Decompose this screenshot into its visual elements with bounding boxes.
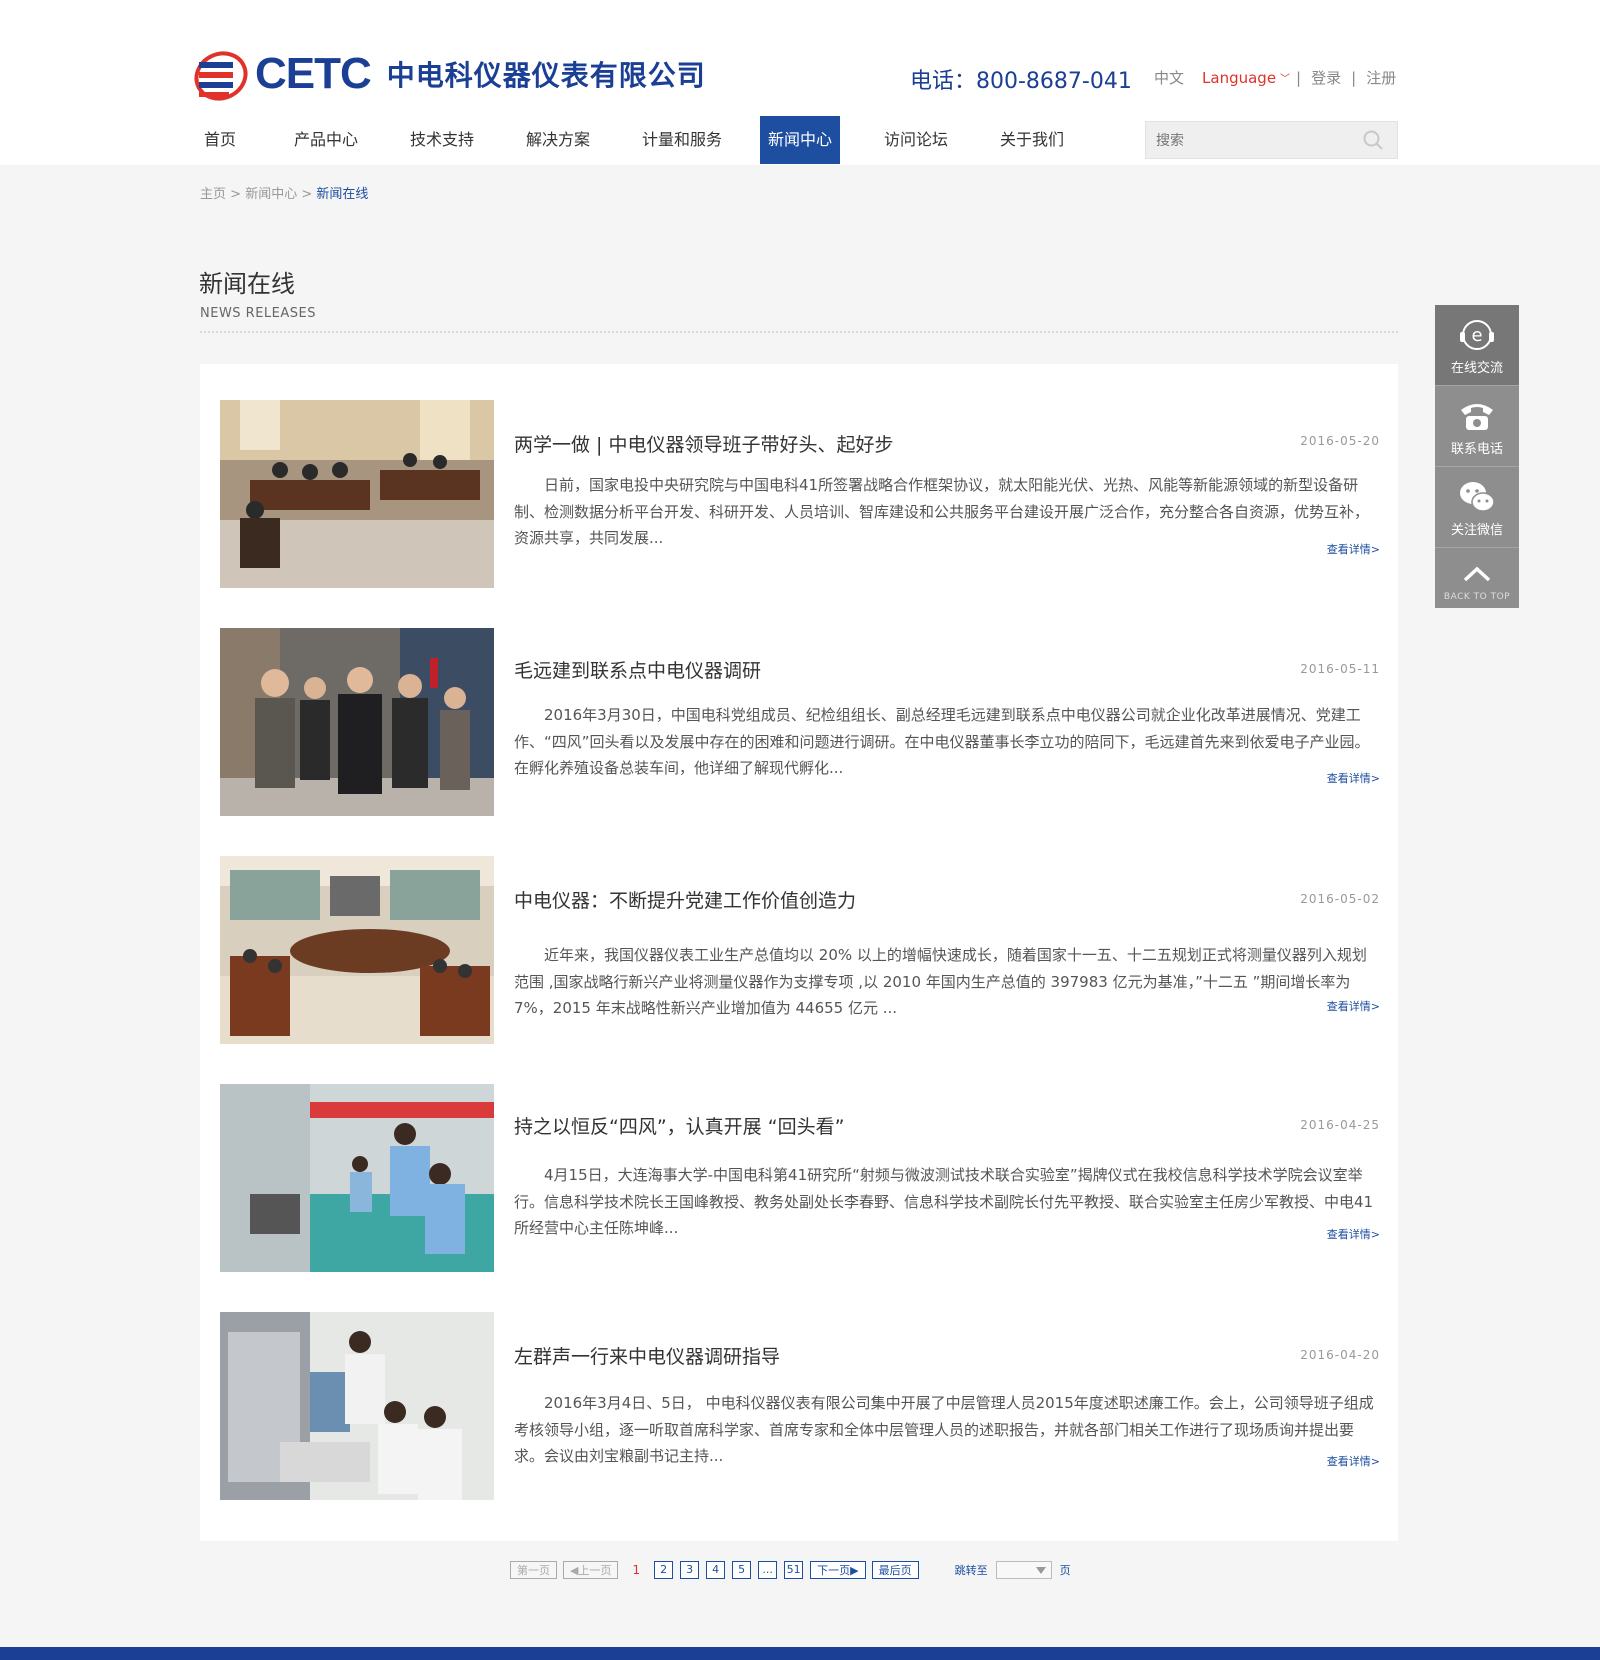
news-list: 两学一做 | 中电仪器领导班子带好头、起好步 2016-05-20 日前，国家电… — [200, 364, 1398, 1541]
news-date: 2016-04-20 — [1300, 1348, 1380, 1362]
chevron-down-icon[interactable]: ﹀ — [1280, 70, 1290, 85]
breadcrumb-news-center[interactable]: 新闻中心 — [245, 187, 297, 202]
register-link[interactable]: 注册 — [1366, 67, 1396, 88]
read-more-link[interactable]: 查看详情> — [1327, 1226, 1380, 1242]
online-chat-button[interactable]: e 在线交流 — [1435, 305, 1519, 386]
back-to-top-label: BACK TO TOP — [1443, 592, 1511, 602]
top-links: 中文 Language ﹀ | 登录 | 注册 — [1154, 67, 1406, 88]
next-page-label: 下一页 — [817, 1564, 851, 1577]
news-summary: 2016年3月4日、5日， 中电科仪器仪表有限公司集中开展了中层管理人员2015… — [514, 1394, 1374, 1465]
read-more-link[interactable]: 查看详情> — [1327, 770, 1380, 786]
read-more-link[interactable]: 查看详情> — [1327, 541, 1380, 557]
jump-page-select[interactable] — [995, 1561, 1052, 1579]
page-link[interactable]: 5 — [732, 1561, 752, 1579]
nav-item-support[interactable]: 技术支持 — [402, 116, 482, 164]
separator: | — [1351, 68, 1357, 87]
page-link[interactable]: 2 — [654, 1561, 674, 1579]
page-ellipsis: ... — [758, 1561, 778, 1579]
page-subtitle: NEWS RELEASES — [200, 306, 316, 321]
wechat-icon — [1460, 482, 1495, 512]
breadcrumb-current: 新闻在线 — [316, 187, 369, 202]
news-date: 2016-04-25 — [1300, 1118, 1380, 1132]
company-name: 中电科仪器仪表有限公司 — [386, 59, 706, 92]
nav-item-products[interactable]: 产品中心 — [286, 116, 366, 164]
nav-item-solutions[interactable]: 解决方案 — [518, 116, 598, 164]
news-item[interactable]: 持之以恒反“四风”，认真开展 “回头看” 2016-04-25 4月15日，大连… — [220, 1084, 1380, 1272]
news-thumbnail-conference[interactable] — [220, 856, 494, 1044]
jump-label: 跳转至 — [954, 1564, 988, 1577]
news-summary: 2016年3月30日，中国电科党组成员、纪检组组长、副总经理毛远建到联系点中电仪… — [514, 706, 1370, 777]
prev-page-button[interactable]: ◀上一页 — [563, 1561, 619, 1579]
login-link[interactable]: 登录 — [1311, 67, 1341, 88]
chat-label: 在线交流 — [1450, 361, 1503, 376]
cetc-logo-mark-icon — [193, 44, 249, 104]
news-thumbnail-lab[interactable] — [220, 1084, 494, 1272]
header: CETC 中电科仪器仪表有限公司 电话：800-8687-041 中文 Lang… — [0, 0, 1600, 165]
news-thumbnail-inspection[interactable] — [220, 1312, 494, 1500]
nav-item-about[interactable]: 关于我们 — [992, 116, 1072, 164]
read-more-link[interactable]: 查看详情> — [1327, 1453, 1380, 1469]
next-page-button[interactable]: 下一页▶ — [810, 1561, 866, 1579]
news-title[interactable]: 毛远建到联系点中电仪器调研 — [514, 656, 761, 683]
divider — [200, 331, 1398, 333]
search-input[interactable] — [1146, 122, 1358, 160]
breadcrumb-sep: > — [301, 187, 313, 202]
news-item[interactable]: 左群声一行来中电仪器调研指导 2016-04-20 2016年3月4日、5日， … — [220, 1312, 1380, 1500]
svg-text:e: e — [1471, 325, 1482, 346]
telephone-icon — [1461, 404, 1493, 430]
last-page-button[interactable]: 最后页 — [871, 1561, 919, 1579]
floating-sidebar: e 在线交流 联系电话 关注微信 BACK TO TOP — [1435, 305, 1519, 608]
page-unit-label: 页 — [1059, 1564, 1071, 1577]
logo-text: CETC — [255, 49, 372, 98]
page-link[interactable]: 3 — [680, 1561, 700, 1579]
nav-item-home[interactable]: 首页 — [190, 116, 250, 164]
news-date: 2016-05-20 — [1300, 434, 1380, 448]
nav-item-forum[interactable]: 访问论坛 — [876, 116, 956, 164]
news-date: 2016-05-02 — [1300, 892, 1380, 906]
wechat-follow-button[interactable]: 关注微信 — [1435, 467, 1519, 548]
news-thumbnail-visit[interactable] — [220, 628, 494, 816]
first-page-button[interactable]: 第一页 — [510, 1561, 557, 1579]
news-title[interactable]: 持之以恒反“四风”，认真开展 “回头看” — [514, 1112, 844, 1139]
footer-bar — [0, 1647, 1600, 1660]
news-title[interactable]: 左群声一行来中电仪器调研指导 — [514, 1342, 780, 1369]
current-page: 1 — [632, 1563, 641, 1577]
page-link[interactable]: 4 — [706, 1561, 726, 1579]
wechat-label: 关注微信 — [1450, 523, 1503, 538]
separator: | — [1296, 68, 1302, 87]
news-summary: 近年来，我国仪器仪表工业生产总值均以 20% 以上的增幅快速成长，随着国家十一五… — [514, 946, 1367, 1017]
prev-page-label: 上一页 — [578, 1564, 612, 1577]
page-link[interactable]: 51 — [784, 1561, 804, 1579]
news-date: 2016-05-11 — [1300, 662, 1380, 676]
contact-phone-button[interactable]: 联系电话 — [1435, 386, 1519, 467]
news-thumbnail-meeting-room[interactable] — [220, 400, 494, 588]
news-item[interactable]: 两学一做 | 中电仪器领导班子带好头、起好步 2016-05-20 日前，国家电… — [220, 400, 1380, 588]
language-dropdown[interactable]: Language — [1202, 69, 1276, 87]
lang-chinese-link[interactable]: 中文 — [1154, 67, 1184, 88]
pagination: 第一页 ◀上一页 1 2 3 4 5 ... 51 下一页▶ 最后页 跳转至 页 — [510, 1559, 1071, 1581]
back-to-top-button[interactable]: BACK TO TOP — [1435, 548, 1519, 608]
news-item[interactable]: 毛远建到联系点中电仪器调研 2016-05-11 2016年3月30日，中国电科… — [220, 628, 1380, 816]
chat-headset-icon: e — [1460, 320, 1494, 350]
phone-label: 联系电话 — [1450, 442, 1503, 457]
search-box — [1145, 121, 1398, 160]
cetc-logo[interactable]: CETC 中电科仪器仪表有限公司 — [193, 44, 706, 104]
news-item[interactable]: 中电仪器：不断提升党建工作价值创造力 2016-05-02 近年来，我国仪器仪表… — [220, 856, 1380, 1044]
nav-item-metrology[interactable]: 计量和服务 — [634, 116, 730, 164]
read-more-link[interactable]: 查看详情> — [1327, 998, 1380, 1014]
chevron-up-icon — [1463, 566, 1491, 582]
breadcrumb: 主页 > 新闻中心 > 新闻在线 — [200, 183, 368, 202]
search-icon[interactable] — [1363, 130, 1383, 150]
nav-item-news[interactable]: 新闻中心 — [760, 116, 840, 164]
news-summary: 日前，国家电投中央研究院与中国电科41所签署战略合作框架协议，就太阳能光伏、光热… — [514, 476, 1370, 547]
news-title[interactable]: 中电仪器：不断提升党建工作价值创造力 — [514, 886, 856, 913]
breadcrumb-home[interactable]: 主页 — [200, 187, 226, 202]
page-title: 新闻在线 — [199, 270, 295, 298]
hotline-phone: 电话：800-8687-041 — [910, 69, 1132, 94]
news-title[interactable]: 两学一做 | 中电仪器领导班子带好头、起好步 — [514, 430, 893, 457]
breadcrumb-sep: > — [230, 187, 242, 202]
news-summary: 4月15日，大连海事大学-中国电科第41研究所“射频与微波测试技术联合实验室”揭… — [514, 1166, 1374, 1237]
